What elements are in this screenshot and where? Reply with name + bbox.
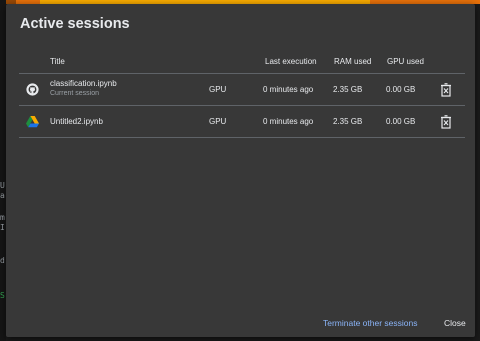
session-ram-used: 2.35 GB (333, 117, 363, 126)
table-row: classification.ipynb Current session GPU… (19, 74, 465, 106)
session-title: Untitled2.ipynb (50, 117, 103, 126)
column-header-title: Title (50, 57, 65, 66)
background-text-fragment: S (0, 291, 5, 300)
session-accelerator: GPU (209, 117, 227, 126)
background-text-fragment: U (0, 181, 5, 190)
terminate-session-button[interactable] (440, 115, 452, 129)
active-sessions-dialog: Active sessions Title Last execution RAM… (6, 4, 475, 337)
table-header: Title Last execution RAM used GPU used (19, 49, 465, 74)
background-text-fragment: m (0, 213, 5, 222)
session-ram-used: 2.35 GB (333, 85, 363, 94)
delete-icon (441, 115, 451, 129)
terminate-other-sessions-button[interactable]: Terminate other sessions (323, 318, 418, 328)
column-header-ram-used: RAM used (334, 57, 372, 66)
background-text-fragment: a (0, 191, 5, 200)
delete-icon (441, 83, 451, 97)
table-row: Untitled2.ipynb GPU 0 minutes ago 2.35 G… (19, 106, 465, 138)
dialog-title: Active sessions (20, 16, 130, 32)
background-text-fragment: d (0, 256, 5, 265)
column-header-last-execution: Last execution (265, 57, 317, 66)
terminate-session-button[interactable] (440, 83, 452, 97)
background-text-fragment: I (0, 223, 5, 232)
google-drive-icon (26, 115, 39, 128)
session-gpu-used: 0.00 GB (386, 85, 416, 94)
session-title: classification.ipynb (50, 79, 117, 88)
sessions-table: Title Last execution RAM used GPU used c… (19, 49, 465, 138)
session-subtitle: Current session (50, 90, 100, 97)
github-icon (26, 83, 39, 96)
close-button[interactable]: Close (444, 318, 466, 328)
session-last-execution: 0 minutes ago (263, 85, 314, 94)
session-gpu-used: 0.00 GB (386, 117, 416, 126)
session-last-execution: 0 minutes ago (263, 117, 314, 126)
session-accelerator: GPU (209, 85, 227, 94)
column-header-gpu-used: GPU used (387, 57, 424, 66)
